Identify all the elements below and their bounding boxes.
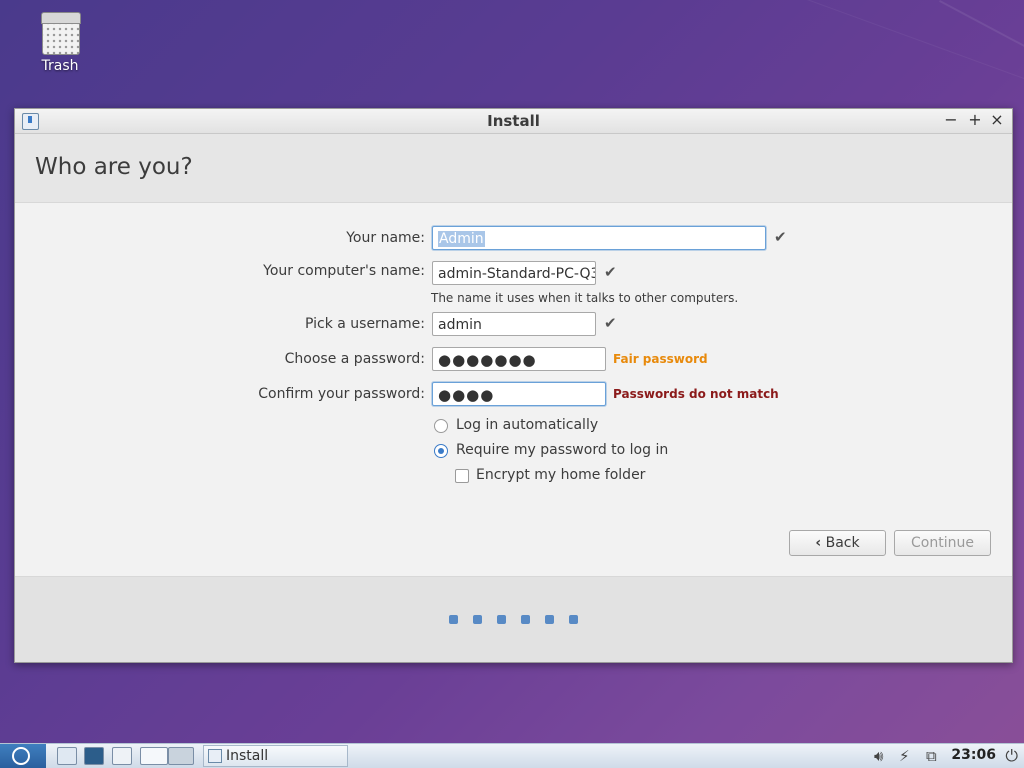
password-label: Choose a password: <box>284 351 425 367</box>
encrypt-home-checkbox[interactable] <box>455 469 469 483</box>
computer-name-field[interactable]: admin-Standard-PC-Q3 <box>432 261 596 285</box>
desktop-trash[interactable]: Trash <box>28 8 92 74</box>
computer-name-valid-icon: ✔ <box>604 263 617 281</box>
name-field[interactable]: Admin <box>432 226 766 250</box>
user-form: Your name: Admin ✔ Your computer's name:… <box>15 203 1012 577</box>
taskbar-item-label: Install <box>226 748 269 764</box>
computer-name-label: Your computer's name: <box>263 263 425 279</box>
username-valid-icon: ✔ <box>604 314 617 332</box>
clock[interactable]: 23:06 <box>951 747 996 763</box>
minimize-button[interactable]: − <box>942 111 960 129</box>
browser-icon[interactable] <box>84 747 104 765</box>
back-button[interactable]: ‹ Back <box>789 530 886 556</box>
password-mismatch-status: Passwords do not match <box>613 387 779 401</box>
continue-button[interactable]: Continue <box>894 530 991 556</box>
page-header: Who are you? <box>15 134 1012 203</box>
battery-icon[interactable]: ⚡ <box>899 747 910 765</box>
progress-step-dot <box>521 615 530 624</box>
close-button[interactable]: × <box>988 111 1006 129</box>
trash-label: Trash <box>41 58 79 74</box>
password-strength: Fair password <box>613 352 708 366</box>
back-button-label: Back <box>825 535 860 551</box>
name-value: Admin <box>438 231 485 247</box>
show-desktop-icon[interactable] <box>112 747 132 765</box>
progress-step-dot <box>449 615 458 624</box>
taskbar-item-install[interactable]: Install <box>203 745 348 767</box>
confirm-password-field[interactable]: ●●●● <box>432 382 606 406</box>
username-field[interactable]: admin <box>432 312 596 336</box>
progress-footer <box>15 576 1012 662</box>
install-window: Install − + × Who are you? Your name: Ad… <box>14 108 1013 663</box>
confirm-password-label: Confirm your password: <box>258 386 425 402</box>
name-valid-icon: ✔ <box>774 228 787 246</box>
maximize-button[interactable]: + <box>966 111 984 129</box>
login-auto-radio[interactable] <box>434 419 448 433</box>
background-line <box>939 0 1024 59</box>
login-auto-label[interactable]: Log in automatically <box>456 417 598 433</box>
start-menu-button[interactable] <box>0 744 46 768</box>
window-titlebar[interactable]: Install − + × <box>15 109 1012 134</box>
lubuntu-logo-icon <box>12 747 30 765</box>
workspace-1[interactable] <box>140 747 168 765</box>
window-title: Install <box>487 112 540 130</box>
progress-step-dot <box>497 615 506 624</box>
require-password-radio[interactable] <box>434 444 448 458</box>
installer-icon <box>208 749 222 763</box>
name-label: Your name: <box>346 230 425 246</box>
progress-step-dot <box>473 615 482 624</box>
workspace-2[interactable] <box>168 747 194 765</box>
network-icon[interactable]: ⧉ <box>926 747 937 765</box>
username-label: Pick a username: <box>304 316 425 332</box>
password-field[interactable]: ●●●●●●● <box>432 347 606 371</box>
power-icon[interactable]: ⏻ <box>1005 746 1018 766</box>
computer-name-hint: The name it uses when it talks to other … <box>431 291 739 305</box>
taskbar: Install 🔊︎ ⚡ ⧉ 23:06 ⏻ <box>0 743 1024 768</box>
speaker-icon[interactable]: 🔊︎ <box>874 747 883 765</box>
trash-icon <box>41 12 81 55</box>
require-password-label[interactable]: Require my password to log in <box>456 442 668 458</box>
file-manager-icon[interactable] <box>57 747 77 765</box>
progress-step-dot <box>569 615 578 624</box>
encrypt-home-label[interactable]: Encrypt my home folder <box>476 467 645 483</box>
chevron-left-icon: ‹ <box>815 535 822 551</box>
page-title: Who are you? <box>35 154 193 180</box>
progress-step-dot <box>545 615 554 624</box>
